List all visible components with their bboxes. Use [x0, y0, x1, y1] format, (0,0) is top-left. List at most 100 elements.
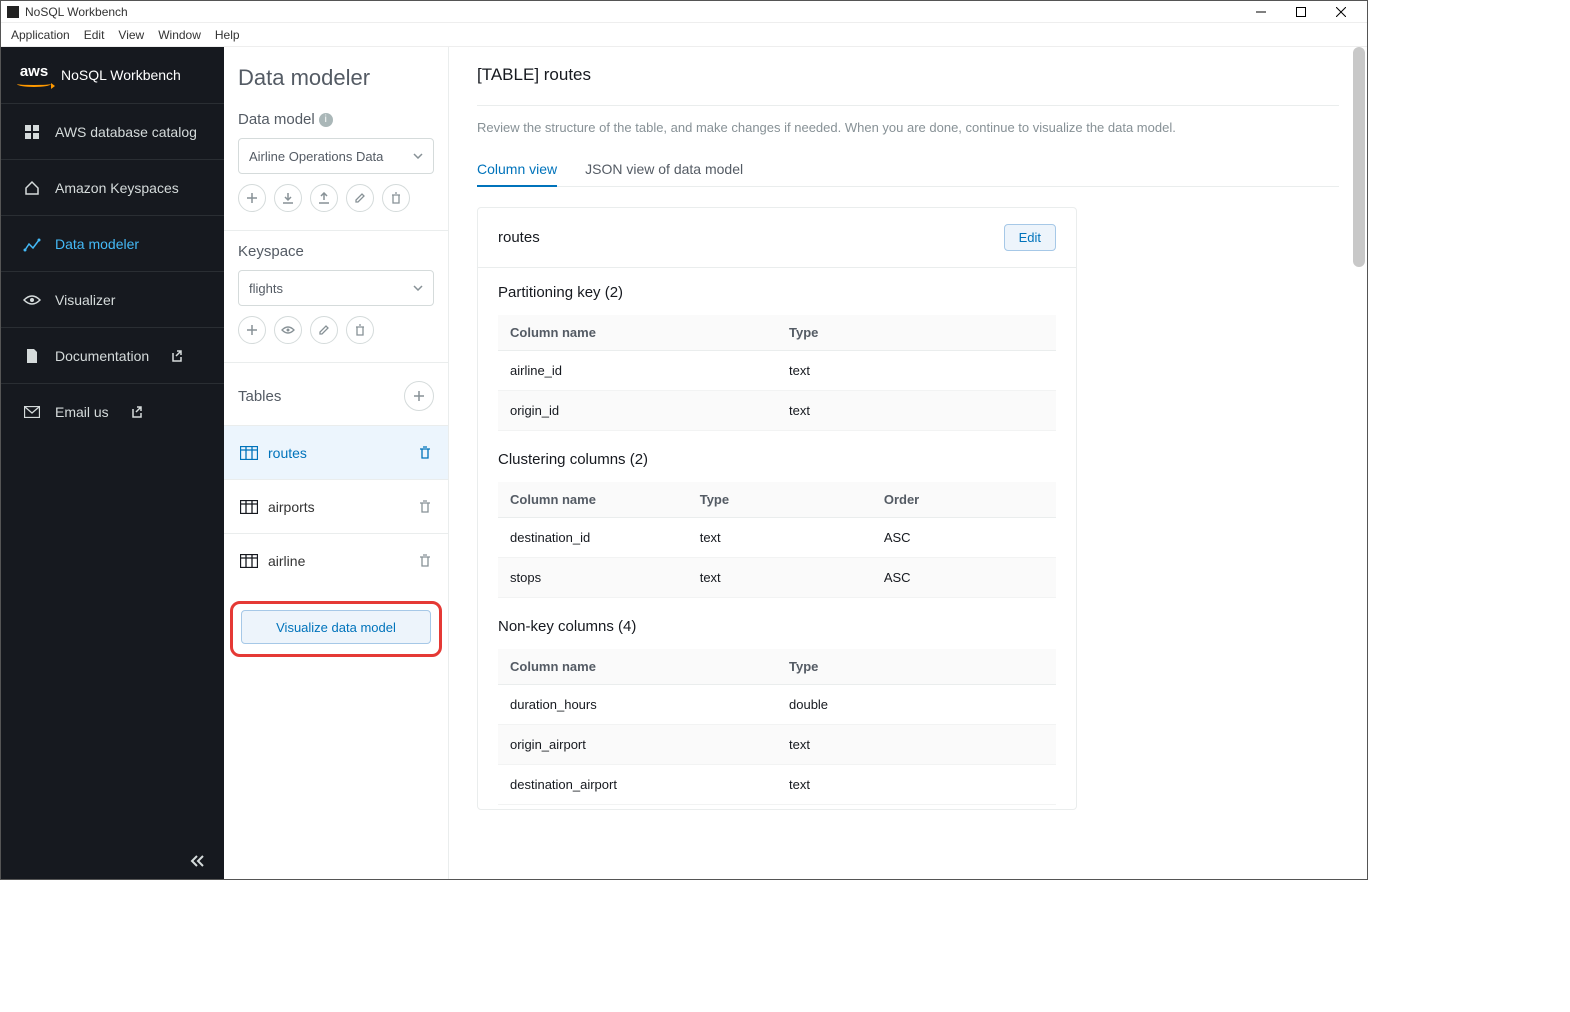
view-tabs: Column view JSON view of data model — [477, 153, 1339, 187]
nav-label: Visualizer — [55, 292, 115, 308]
edit-keyspace-button[interactable] — [310, 316, 338, 344]
trash-icon — [418, 500, 432, 514]
close-icon — [1336, 7, 1346, 17]
export-button[interactable] — [310, 184, 338, 212]
cell-order: ASC — [872, 558, 1056, 598]
document-icon — [23, 347, 41, 365]
import-button[interactable] — [274, 184, 302, 212]
cell-column-name: stops — [498, 558, 688, 598]
menu-window[interactable]: Window — [158, 28, 201, 42]
cell-column-name: airline_id — [498, 351, 777, 391]
tab-json-view[interactable]: JSON view of data model — [585, 153, 743, 186]
nav-email-us[interactable]: Email us — [1, 384, 224, 440]
window-controls — [1241, 1, 1361, 23]
data-model-select[interactable]: Airline Operations Data — [238, 138, 434, 174]
nav-data-modeler[interactable]: Data modeler — [1, 216, 224, 272]
window-title: NoSQL Workbench — [25, 5, 128, 19]
minimize-icon — [1256, 7, 1266, 17]
table-row: origin_airport text — [498, 725, 1056, 765]
edit-button[interactable]: Edit — [1004, 224, 1056, 251]
table-row: duration_hours double — [498, 685, 1056, 725]
delete-table-button[interactable] — [418, 554, 432, 568]
chevron-down-icon — [413, 153, 423, 159]
col-header-name: Column name — [498, 482, 688, 518]
menu-help[interactable]: Help — [215, 28, 240, 42]
cell-type: text — [688, 558, 872, 598]
app-body: aws NoSQL Workbench AWS database catalog… — [1, 47, 1367, 879]
plus-icon — [246, 192, 258, 204]
app-icon — [7, 6, 19, 18]
delete-data-model-button[interactable] — [382, 184, 410, 212]
table-icon — [240, 500, 258, 514]
clustering-columns-title: Clustering columns (2) — [498, 451, 1056, 468]
cell-type: double — [777, 685, 1056, 725]
data-model-value: Airline Operations Data — [249, 149, 383, 164]
menu-edit[interactable]: Edit — [84, 28, 105, 42]
eye-icon — [281, 325, 295, 335]
add-data-model-button[interactable] — [238, 184, 266, 212]
nav-aws-database-catalog[interactable]: AWS database catalog — [1, 104, 224, 160]
col-header-type: Type — [777, 315, 1056, 351]
menu-view[interactable]: View — [118, 28, 144, 42]
eye-icon — [23, 291, 41, 309]
visualize-highlight: Visualize data model — [230, 601, 442, 657]
keyspace-label: Keyspace — [238, 243, 304, 260]
table-item-airline[interactable]: airline — [224, 533, 448, 587]
table-name: airports — [268, 499, 315, 515]
page-title: [TABLE] routes — [477, 65, 1339, 85]
nav-documentation[interactable]: Documentation — [1, 328, 224, 384]
aws-logo: aws — [17, 64, 51, 87]
minimize-button[interactable] — [1241, 1, 1281, 23]
table-icon — [240, 446, 258, 460]
table-item-routes[interactable]: routes — [224, 425, 448, 479]
cell-type: text — [777, 765, 1056, 805]
table-row: stops text ASC — [498, 558, 1056, 598]
keyspace-section-head: Keyspace — [224, 243, 448, 270]
col-header-type: Type — [688, 482, 872, 518]
tab-column-view[interactable]: Column view — [477, 153, 557, 187]
view-keyspace-button[interactable] — [274, 316, 302, 344]
add-keyspace-button[interactable] — [238, 316, 266, 344]
pencil-icon — [318, 324, 330, 336]
nav-visualizer[interactable]: Visualizer — [1, 272, 224, 328]
trash-icon — [418, 554, 432, 568]
col-header-order: Order — [872, 482, 1056, 518]
add-table-button[interactable] — [404, 381, 434, 411]
table-name: airline — [268, 553, 305, 569]
clustering-columns-group: Clustering columns (2) Column name Type … — [478, 435, 1076, 602]
col-header-name: Column name — [498, 315, 777, 351]
nav-label: AWS database catalog — [55, 124, 197, 140]
grid-icon — [23, 123, 41, 141]
sidebar-collapse[interactable] — [1, 843, 224, 879]
data-model-section-head: Data model i — [224, 111, 448, 138]
tables-header: Tables — [224, 375, 448, 425]
table-icon — [240, 554, 258, 568]
keyspace-select[interactable]: flights — [238, 270, 434, 306]
trash-icon — [354, 324, 366, 336]
cell-column-name: origin_airport — [498, 725, 777, 765]
delete-keyspace-button[interactable] — [346, 316, 374, 344]
keyspace-value: flights — [249, 281, 283, 296]
table-item-airports[interactable]: airports — [224, 479, 448, 533]
close-button[interactable] — [1321, 1, 1361, 23]
visualize-data-model-button[interactable]: Visualize data model — [241, 610, 431, 644]
table-card: routes Edit Partitioning key (2) Column … — [477, 207, 1077, 810]
col-header-name: Column name — [498, 649, 777, 685]
scrollbar-thumb[interactable] — [1353, 47, 1365, 267]
plus-icon — [246, 324, 258, 336]
keyspace-actions — [224, 306, 448, 358]
mail-icon — [23, 403, 41, 421]
delete-table-button[interactable] — [418, 500, 432, 514]
delete-table-button[interactable] — [418, 446, 432, 460]
page-subtitle: Review the structure of the table, and m… — [477, 105, 1339, 135]
maximize-button[interactable] — [1281, 1, 1321, 23]
scrollbar[interactable] — [1353, 47, 1365, 879]
info-icon[interactable]: i — [319, 113, 333, 127]
nav-amazon-keyspaces[interactable]: Amazon Keyspaces — [1, 160, 224, 216]
brand: aws NoSQL Workbench — [1, 47, 224, 104]
table-name: routes — [268, 445, 307, 461]
edit-data-model-button[interactable] — [346, 184, 374, 212]
data-modeler-panel: Data modeler Data model i Airline Operat… — [224, 47, 449, 879]
menu-application[interactable]: Application — [11, 28, 70, 42]
cell-order: ASC — [872, 518, 1056, 558]
